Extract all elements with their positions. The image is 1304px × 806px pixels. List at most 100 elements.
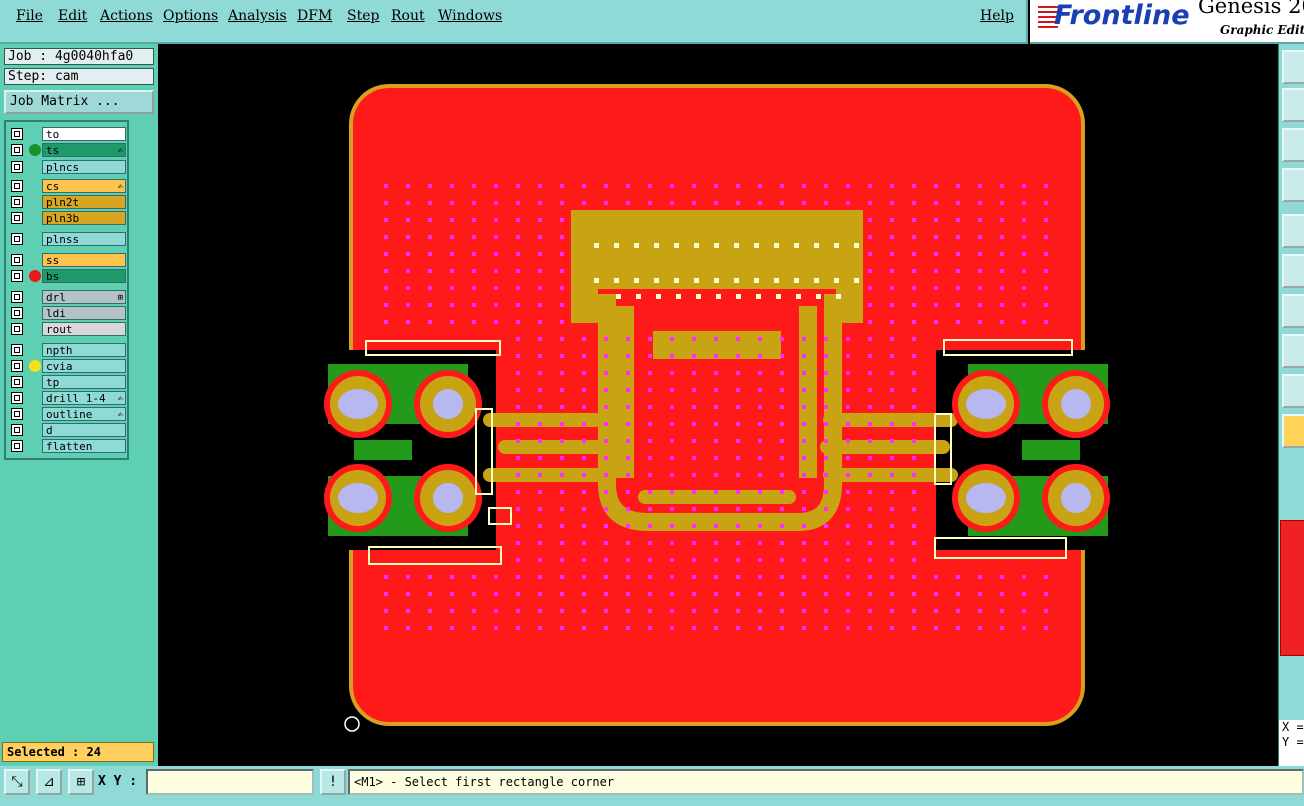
arc-icon[interactable] bbox=[1282, 334, 1304, 368]
layer-checkbox[interactable] bbox=[11, 270, 23, 282]
layer-row-ldi[interactable]: ldi bbox=[8, 306, 126, 320]
via-11 bbox=[626, 184, 630, 188]
via-368 bbox=[714, 490, 718, 494]
layer-checkbox[interactable] bbox=[11, 307, 23, 319]
line-icon[interactable] bbox=[1282, 254, 1304, 288]
menu-bar: File Edit Actions Options Analysis DFM S… bbox=[0, 0, 1028, 44]
layer-name[interactable]: plncs bbox=[42, 160, 126, 174]
via-340 bbox=[516, 473, 520, 477]
via-174 bbox=[472, 320, 476, 324]
layer-checkbox[interactable] bbox=[11, 196, 23, 208]
layer-row-plnss[interactable]: plnss bbox=[8, 232, 126, 246]
job-matrix-button[interactable]: Job Matrix ... bbox=[4, 90, 154, 114]
layer-checkbox[interactable] bbox=[11, 128, 23, 140]
layer-checkbox[interactable] bbox=[11, 440, 23, 452]
via-528 bbox=[648, 609, 652, 613]
menu-dfm[interactable]: DFM bbox=[297, 8, 332, 24]
layer-row-ss[interactable]: ss bbox=[8, 253, 126, 267]
layer-name[interactable]: plnss bbox=[42, 232, 126, 246]
layer-name[interactable]: tp bbox=[42, 375, 126, 389]
layer-row-to[interactable]: to bbox=[8, 127, 126, 141]
layer-row-bs[interactable]: bs bbox=[8, 269, 126, 283]
menu-file[interactable]: File bbox=[16, 8, 43, 24]
surface-icon[interactable] bbox=[1282, 294, 1304, 328]
layer-checkbox[interactable] bbox=[11, 376, 23, 388]
layer-row-drl[interactable]: drl ⊞ bbox=[8, 290, 126, 304]
resize-icon[interactable] bbox=[1282, 128, 1304, 162]
layer-checkbox[interactable] bbox=[11, 233, 23, 245]
layer-name[interactable]: cvia bbox=[42, 359, 126, 373]
via-55 bbox=[912, 201, 916, 205]
layer-checkbox[interactable] bbox=[11, 424, 23, 436]
layer-name[interactable]: to bbox=[42, 127, 126, 141]
layer-name[interactable]: outline ✍ bbox=[42, 407, 126, 421]
copy-icon[interactable] bbox=[1282, 50, 1304, 84]
menu-windows[interactable]: Windows bbox=[438, 8, 502, 24]
layer-name[interactable]: bs bbox=[42, 269, 126, 283]
layer-name[interactable]: ts ✍ bbox=[42, 143, 126, 157]
layer-row-plncs[interactable]: plncs bbox=[8, 160, 126, 174]
measure-icon[interactable]: ⊿ bbox=[36, 769, 62, 795]
layer-checkbox[interactable] bbox=[11, 161, 23, 173]
move-icon[interactable] bbox=[1282, 88, 1304, 122]
layer-name[interactable]: flatten bbox=[42, 439, 126, 453]
pad-icon[interactable] bbox=[1282, 214, 1304, 248]
layer-row-pln3b[interactable]: pln3b bbox=[8, 211, 126, 225]
via-137 bbox=[450, 286, 454, 290]
transform-icon[interactable] bbox=[1282, 168, 1304, 202]
select-arrow-icon[interactable] bbox=[1282, 414, 1304, 448]
menu-edit[interactable]: Edit bbox=[58, 8, 87, 24]
via-334 bbox=[802, 456, 806, 460]
mini-map[interactable] bbox=[1280, 520, 1304, 656]
pcb-board-view[interactable] bbox=[158, 44, 1278, 766]
menu-step[interactable]: Step bbox=[347, 8, 379, 24]
layer-checkbox[interactable] bbox=[11, 360, 23, 372]
test-point-2 bbox=[614, 243, 619, 248]
layer-row-ts[interactable]: ts ✍ bbox=[8, 143, 126, 157]
graphic-canvas[interactable] bbox=[158, 44, 1278, 766]
layer-name[interactable]: d bbox=[42, 423, 126, 437]
layer-row-pln2t[interactable]: pln2t bbox=[8, 195, 126, 209]
layer-row-d[interactable]: d bbox=[8, 423, 126, 437]
menu-rout[interactable]: Rout bbox=[391, 8, 425, 24]
layer-checkbox[interactable] bbox=[11, 291, 23, 303]
layer-checkbox[interactable] bbox=[11, 144, 23, 156]
via-483 bbox=[1022, 575, 1026, 579]
layer-row-flatten[interactable]: flatten bbox=[8, 439, 126, 453]
grid-icon[interactable]: ⊞ bbox=[68, 769, 94, 795]
layer-row-cvia[interactable]: cvia bbox=[8, 359, 126, 373]
polygon-icon[interactable] bbox=[1282, 374, 1304, 408]
layer-checkbox[interactable] bbox=[11, 254, 23, 266]
info-icon[interactable]: ! bbox=[320, 769, 346, 795]
layer-checkbox[interactable] bbox=[11, 344, 23, 356]
layer-name[interactable]: drill_1-4 ✍ bbox=[42, 391, 126, 405]
layer-name[interactable]: ldi bbox=[42, 306, 126, 320]
layer-row-outline[interactable]: outline ✍ bbox=[8, 407, 126, 421]
layer-row-tp[interactable]: tp bbox=[8, 375, 126, 389]
layer-checkbox[interactable] bbox=[11, 323, 23, 335]
via-563 bbox=[736, 626, 740, 630]
menu-actions[interactable]: Actions bbox=[100, 8, 153, 24]
layer-name[interactable]: pln2t bbox=[42, 195, 126, 209]
via-117 bbox=[406, 269, 410, 273]
layer-name[interactable]: cs ✍ bbox=[42, 179, 126, 193]
layer-row-cs[interactable]: cs ✍ bbox=[8, 179, 126, 193]
layer-checkbox[interactable] bbox=[11, 212, 23, 224]
layer-name[interactable]: ss bbox=[42, 253, 126, 267]
menu-help[interactable]: Help bbox=[980, 8, 1014, 24]
layer-row-npth[interactable]: npth bbox=[8, 343, 126, 357]
layer-checkbox[interactable] bbox=[11, 180, 23, 192]
layer-checkbox[interactable] bbox=[11, 408, 23, 420]
menu-options[interactable]: Options bbox=[163, 8, 218, 24]
layer-name[interactable]: drl ⊞ bbox=[42, 290, 126, 304]
via-344 bbox=[604, 473, 608, 477]
layer-name[interactable]: rout bbox=[42, 322, 126, 336]
layer-name[interactable]: npth bbox=[42, 343, 126, 357]
xy-input[interactable] bbox=[146, 769, 314, 795]
menu-analysis[interactable]: Analysis bbox=[228, 8, 287, 24]
layer-checkbox[interactable] bbox=[11, 392, 23, 404]
layer-name[interactable]: pln3b bbox=[42, 211, 126, 225]
zoom-fit-icon[interactable]: ⤡ bbox=[4, 769, 30, 795]
layer-row-drill_1-4[interactable]: drill_1-4 ✍ bbox=[8, 391, 126, 405]
layer-row-rout[interactable]: rout bbox=[8, 322, 126, 336]
